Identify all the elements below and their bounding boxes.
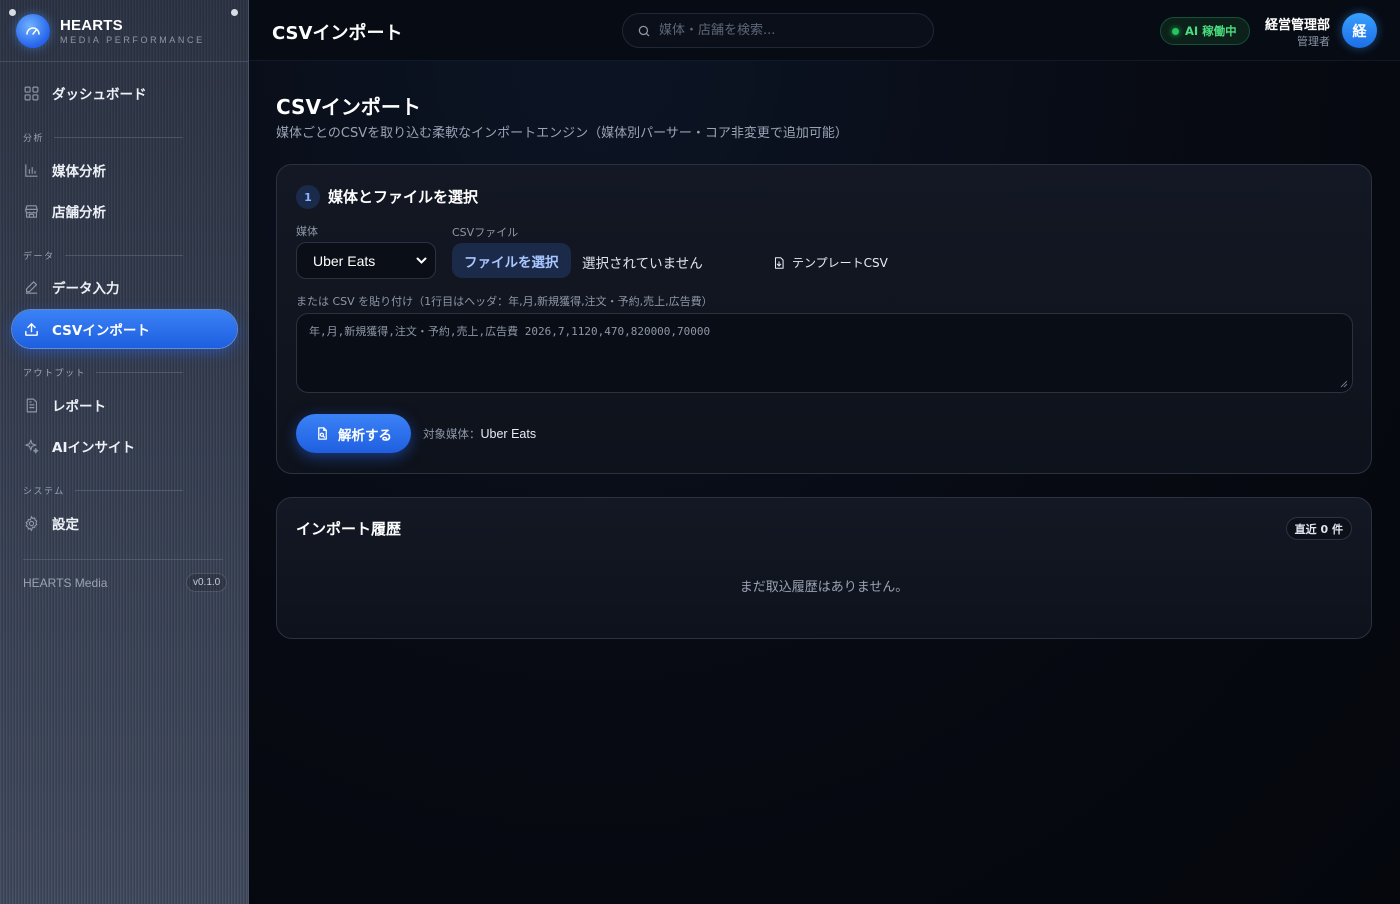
section-label: システム [23,484,183,497]
sidebar-item-label: AIインサイト [52,440,135,456]
csv-paste-textarea[interactable]: 年,月,新規獲得,注文・予約,売上,広告費 2026,7,1120,470,82… [296,313,1353,393]
template-csv-label: テンプレートCSV [792,256,888,270]
sidebar-item-label: 店舗分析 [52,205,106,221]
store-icon [25,204,38,218]
window-dot [9,9,16,16]
parse-button-label: 解析する [338,427,392,444]
import-history-card: インポート履歴 直近 0 件 まだ取込履歴はありません。 [276,497,1372,639]
resize-handle-icon[interactable] [1340,380,1348,388]
document-icon [26,398,38,412]
sidebar-item-report[interactable]: レポート [12,386,237,424]
step-number: 1 [296,185,320,209]
history-title: インポート履歴 [296,520,402,538]
footer-app-name: HEARTS Media [23,576,108,590]
media-select-value: Uber Eats [313,252,376,269]
history-count-badge: 直近 0 件 [1285,517,1352,540]
sidebar-item-media-analysis[interactable]: 媒体分析 [12,151,237,189]
target-media: 対象媒体：Uber Eats [423,426,536,442]
grid-icon [24,86,39,100]
brand-title: HEARTS [60,17,123,34]
gear-icon [25,515,38,531]
paste-label: または CSV を貼り付け（1行目はヘッダ：年,月,新規獲得,注文・予約,売上,… [296,295,713,308]
brand[interactable]: HEARTS MEDIA PERFORMANCE [16,13,205,49]
sidebar-item-csv-import[interactable]: CSVインポート [12,310,237,348]
search-icon [638,25,650,36]
brand-subtitle: MEDIA PERFORMANCE [60,35,205,45]
upload-icon [25,322,38,336]
media-select[interactable]: Uber Eats [296,242,436,279]
status-dot-icon [1172,27,1179,35]
version-badge: v0.1.0 [186,573,228,592]
sidebar-item-label: CSVインポート [52,323,150,339]
user-role: 管理者 [1297,35,1330,48]
sidebar-item-settings[interactable]: 設定 [12,504,237,542]
choose-file-button[interactable]: ファイルを選択 [452,243,571,278]
media-label: 媒体 [296,225,318,238]
section-label: 分析 [23,131,183,144]
speedometer-icon [16,14,50,48]
target-media-value: Uber Eats [480,427,537,441]
search-box[interactable] [622,13,934,48]
sidebar-item-label: 設定 [52,517,79,533]
sidebar-item-label: ダッシュボード [52,87,147,103]
search-input[interactable] [659,23,919,38]
avatar[interactable]: 経 [1342,13,1377,48]
pencil-icon [25,280,38,294]
section-label: アウトプット [23,366,183,379]
textarea-placeholder: 年,月,新規獲得,注文・予約,売上,広告費 2026,7,1120,470,82… [309,325,711,338]
csv-file-label: CSVファイル [452,226,519,239]
sparkle-icon [25,439,39,453]
sidebar-item-ai-insight[interactable]: AIインサイト [12,427,237,465]
template-csv-link[interactable]: テンプレートCSV [772,254,888,271]
step-title: 媒体とファイルを選択 [328,188,479,206]
file-scan-icon [318,427,327,440]
ai-status-badge: AI 稼働中 [1160,17,1250,45]
user-name: 経営管理部 [1264,18,1330,33]
window-dot [231,9,238,16]
chevron-down-icon [416,257,427,264]
topbar: CSVインポート AI 稼働中 経営管理部 管理者 経 [249,0,1400,61]
sidebar-item-dashboard[interactable]: ダッシュボード [12,74,237,112]
file-download-icon [774,256,784,269]
history-empty-message: まだ取込履歴はありません。 [739,580,909,595]
ai-status-label: AI 稼働中 [1185,24,1237,38]
sidebar-item-label: 媒体分析 [52,164,106,180]
sidebar-item-data-entry[interactable]: データ入力 [12,268,237,306]
page-description: 媒体ごとのCSVを取り込む柔軟なインポートエンジン（媒体別パーサー・コア非変更で… [276,126,848,141]
file-status: 選択されていません [582,256,703,272]
main-content: CSVインポート 媒体ごとのCSVを取り込む柔軟なインポートエンジン（媒体別パー… [249,61,1400,904]
sidebar-item-store-analysis[interactable]: 店舗分析 [12,192,237,230]
sidebar: HEARTS MEDIA PERFORMANCE ダッシュボード 分析 媒体分析… [0,0,249,904]
sidebar-item-label: レポート [52,399,106,415]
section-label: データ [23,249,183,262]
target-media-label: 対象媒体： [423,427,481,441]
topbar-title: CSVインポート [272,23,403,44]
page-title: CSVインポート [276,95,421,119]
sidebar-item-label: データ入力 [52,281,120,297]
parse-button[interactable]: 解析する [296,414,411,453]
select-card: 1 媒体とファイルを選択 媒体 Uber Eats CSVファイル ファイルを選… [276,164,1372,474]
bar-chart-icon [25,163,38,177]
